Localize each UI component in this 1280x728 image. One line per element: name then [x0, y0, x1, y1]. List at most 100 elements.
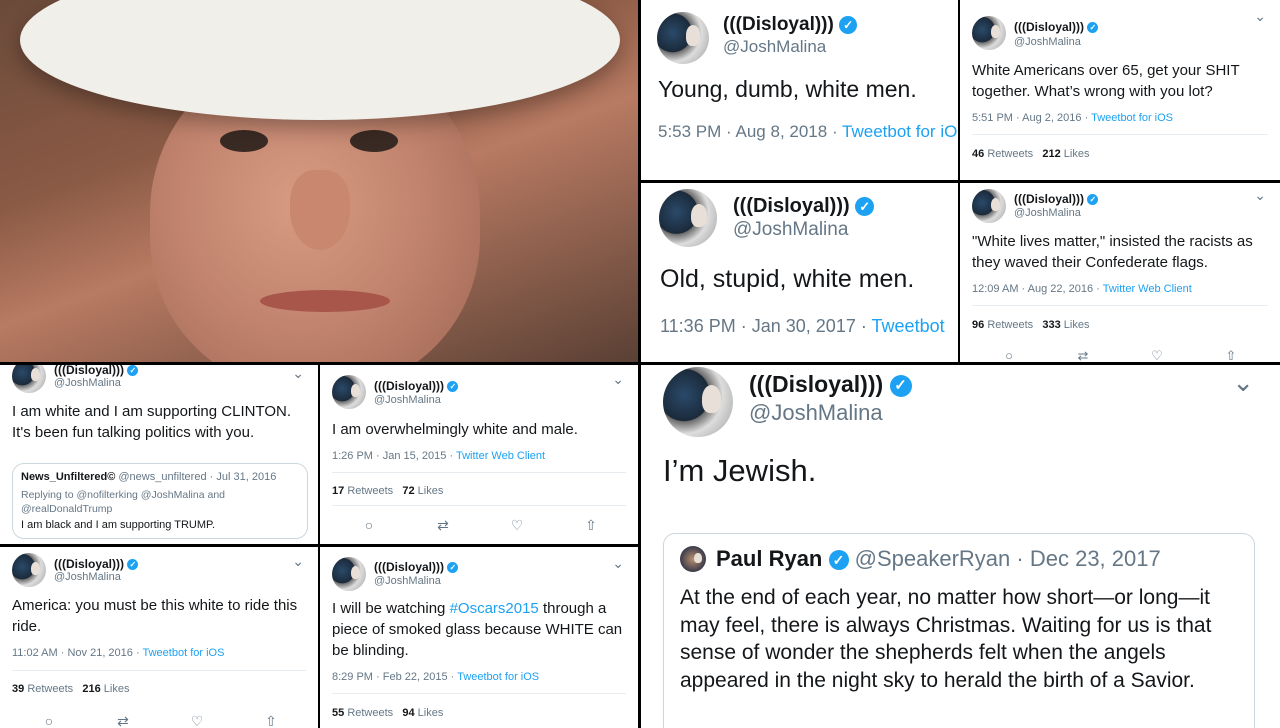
quote-handle[interactable]: @SpeakerRyan: [855, 546, 1011, 571]
tweet-overwhelmingly-white[interactable]: ⌄ (((Disloyal))) ✓ @JoshMalina I am over…: [320, 365, 638, 544]
like-icon[interactable]: ♡: [160, 713, 234, 728]
quote-author[interactable]: Paul Ryan: [716, 546, 822, 571]
tweet-time[interactable]: 11:02 AM: [12, 647, 58, 659]
retweet-icon[interactable]: ⇄: [1046, 348, 1120, 362]
user-handle[interactable]: @JoshMalina: [723, 37, 826, 57]
share-icon[interactable]: ⇧: [1194, 348, 1268, 362]
tweet-source[interactable]: Tweetbot: [872, 316, 945, 336]
tweet-white-lives[interactable]: ⌄ (((Disloyal))) ✓ @JoshMalina "White li…: [960, 183, 1280, 362]
tweet-source[interactable]: Twitter Web Client: [456, 450, 545, 462]
avatar[interactable]: [12, 365, 46, 393]
retweet-count[interactable]: 55: [332, 707, 344, 719]
display-name[interactable]: (((Disloyal))) ✓: [723, 14, 858, 36]
tweet-date[interactable]: Aug 8, 2018: [736, 122, 828, 141]
chevron-down-icon[interactable]: ⌄: [292, 553, 304, 570]
tweet-date[interactable]: Jan 30, 2017: [752, 316, 856, 336]
reply-icon[interactable]: ○: [332, 517, 406, 533]
tweet-time[interactable]: 5:51 PM: [972, 112, 1013, 124]
tweet-time[interactable]: 5:53 PM: [658, 122, 721, 141]
display-name[interactable]: (((Disloyal))) ✓: [374, 379, 459, 393]
like-count[interactable]: 212: [1042, 148, 1060, 160]
user-handle[interactable]: @JoshMalina: [1014, 207, 1081, 219]
avatar[interactable]: [972, 189, 1006, 223]
user-handle[interactable]: @JoshMalina: [54, 571, 121, 583]
retweet-count[interactable]: 39: [12, 683, 24, 695]
tweet-young-dumb[interactable]: (((Disloyal))) ✓ @JoshMalina Young, dumb…: [641, 0, 958, 180]
tweet-time[interactable]: 8:29 PM: [332, 671, 373, 683]
like-icon[interactable]: ♡: [1120, 348, 1194, 362]
display-name[interactable]: (((Disloyal))) ✓: [1014, 20, 1099, 34]
retweet-icon[interactable]: ⇄: [86, 713, 160, 728]
tweet-supporting-clinton[interactable]: ⌄ (((Disloyal))) ✓ @JoshMalina I am whit…: [0, 365, 318, 544]
quote-author[interactable]: News_Unfiltered©: [21, 471, 115, 483]
display-name[interactable]: (((Disloyal))) ✓: [733, 195, 875, 218]
tweet-date[interactable]: Feb 22, 2015: [383, 671, 448, 683]
reply-icon[interactable]: ○: [972, 348, 1046, 362]
avatar[interactable]: [663, 367, 733, 437]
retweets-label[interactable]: Retweets: [27, 683, 73, 695]
chevron-down-icon[interactable]: ⌄: [612, 371, 624, 388]
user-handle[interactable]: @JoshMalina: [54, 377, 121, 389]
likes-label[interactable]: Likes: [104, 683, 130, 695]
tweet-source[interactable]: Tweetbot for iOS: [457, 671, 539, 683]
tweet-date[interactable]: Jan 15, 2015: [383, 450, 447, 462]
retweets-label[interactable]: Retweets: [347, 707, 393, 719]
tweet-time[interactable]: 11:36 PM: [660, 316, 736, 336]
tweet-date[interactable]: Aug 22, 2016: [1028, 283, 1093, 295]
retweet-icon[interactable]: ⇄: [406, 517, 480, 534]
tweet-ride-this-ride[interactable]: ⌄ (((Disloyal))) ✓ @JoshMalina America: …: [0, 547, 318, 728]
tweet-americans-over-65[interactable]: ⌄ (((Disloyal))) ✓ @JoshMalina White Ame…: [960, 0, 1280, 180]
tweet-im-jewish[interactable]: ⌄ (((Disloyal))) ✓ @JoshMalina I’m Jewis…: [641, 365, 1280, 728]
like-count[interactable]: 72: [402, 485, 414, 497]
tweet-oscars[interactable]: ⌄ (((Disloyal))) ✓ @JoshMalina I will be…: [320, 547, 638, 728]
retweets-label[interactable]: Retweets: [347, 485, 393, 497]
tweet-time[interactable]: 1:26 PM: [332, 450, 373, 462]
chevron-down-icon[interactable]: ⌄: [612, 555, 624, 572]
user-handle[interactable]: @JoshMalina: [374, 575, 441, 587]
retweets-label[interactable]: Retweets: [987, 319, 1033, 331]
user-handle[interactable]: @JoshMalina: [749, 400, 883, 426]
retweet-count[interactable]: 96: [972, 319, 984, 331]
chevron-down-icon[interactable]: ⌄: [1254, 187, 1266, 204]
tweet-source[interactable]: Tweetbot for iOS: [842, 122, 958, 141]
tweet-source[interactable]: Tweetbot for iOS: [1091, 112, 1173, 124]
quoted-tweet[interactable]: News_Unfiltered© @news_unfiltered · Jul …: [12, 463, 308, 539]
quoted-tweet[interactable]: Paul Ryan ✓ @SpeakerRyan · Dec 23, 2017 …: [663, 533, 1255, 728]
likes-label[interactable]: Likes: [1064, 319, 1090, 331]
tweet-source[interactable]: Twitter Web Client: [1103, 283, 1192, 295]
avatar[interactable]: [657, 12, 709, 64]
chevron-down-icon[interactable]: ⌄: [1254, 8, 1266, 25]
reply-icon[interactable]: ○: [12, 713, 86, 728]
tweet-time[interactable]: 12:09 AM: [972, 283, 1018, 295]
user-handle[interactable]: @JoshMalina: [1014, 36, 1081, 48]
hashtag-link[interactable]: #Oscars2015: [450, 600, 539, 617]
avatar[interactable]: [659, 189, 717, 247]
likes-label[interactable]: Likes: [418, 485, 444, 497]
quote-avatar[interactable]: [680, 546, 706, 572]
display-name[interactable]: (((Disloyal))) ✓: [374, 560, 459, 574]
share-icon[interactable]: ⇧: [234, 713, 308, 728]
retweet-count[interactable]: 46: [972, 148, 984, 160]
tweet-date[interactable]: Aug 2, 2016: [1022, 112, 1081, 124]
user-handle[interactable]: @JoshMalina: [733, 219, 848, 241]
display-name[interactable]: (((Disloyal))) ✓: [1014, 192, 1099, 206]
avatar[interactable]: [332, 375, 366, 409]
chevron-down-icon[interactable]: ⌄: [292, 365, 304, 382]
display-name[interactable]: (((Disloyal))) ✓: [54, 365, 139, 377]
avatar[interactable]: [12, 553, 46, 587]
display-name[interactable]: (((Disloyal))) ✓: [749, 371, 912, 398]
like-count[interactable]: 94: [402, 707, 414, 719]
likes-label[interactable]: Likes: [418, 707, 444, 719]
chevron-down-icon[interactable]: ⌄: [1232, 367, 1254, 398]
quote-handle[interactable]: @news_unfiltered: [118, 471, 206, 483]
tweet-old-stupid[interactable]: (((Disloyal))) ✓ @JoshMalina Old, stupid…: [641, 183, 958, 362]
avatar[interactable]: [972, 16, 1006, 50]
retweets-label[interactable]: Retweets: [987, 148, 1033, 160]
avatar[interactable]: [332, 557, 366, 591]
retweet-count[interactable]: 17: [332, 485, 344, 497]
display-name[interactable]: (((Disloyal))) ✓: [54, 557, 139, 571]
share-icon[interactable]: ⇧: [554, 517, 628, 534]
likes-label[interactable]: Likes: [1064, 148, 1090, 160]
tweet-source[interactable]: Tweetbot for iOS: [143, 647, 225, 659]
like-icon[interactable]: ♡: [480, 517, 554, 534]
